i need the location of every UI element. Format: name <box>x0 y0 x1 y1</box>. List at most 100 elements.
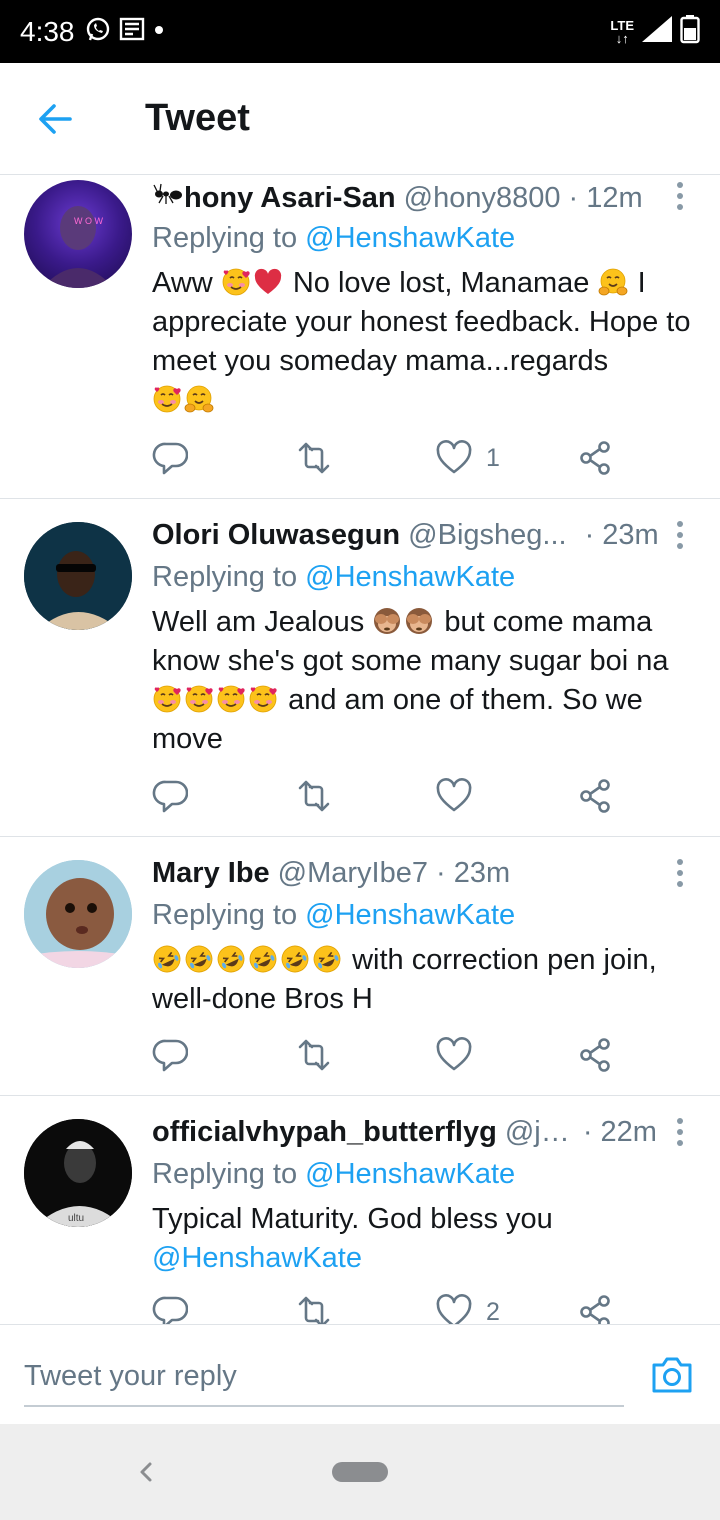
more-vertical-icon <box>668 1118 692 1154</box>
author-handle[interactable]: @MaryIbe7 <box>278 857 428 890</box>
tweet-item[interactable]: ultu officialvhypah_butterflyg @jh... · … <box>0 1096 720 1324</box>
author-name[interactable]: Mary Ibe <box>152 857 270 890</box>
tweet-time: · 23m <box>436 856 511 889</box>
retweet-button[interactable] <box>294 776 330 816</box>
author-name[interactable]: Olori Oluwasegun <box>152 519 400 552</box>
network-label: LTE <box>610 17 634 33</box>
tweet-actions <box>152 776 622 816</box>
camera-button[interactable] <box>650 1355 694 1395</box>
reply-input[interactable] <box>24 1347 624 1407</box>
share-icon <box>578 1037 614 1073</box>
rolling-on-floor-laughing-icon <box>248 944 278 974</box>
like-button[interactable]: 2 <box>436 1292 500 1324</box>
author-handle[interactable]: @jh... <box>505 1116 575 1149</box>
reply-button[interactable] <box>152 438 188 478</box>
tweet-mention[interactable]: @HenshawKate <box>152 1242 362 1274</box>
avatar[interactable] <box>24 860 132 968</box>
tweet-item[interactable]: Mary Ibe @MaryIbe7 · 23m Replying to @He… <box>0 837 720 1096</box>
avatar[interactable] <box>24 522 132 630</box>
reply-composer <box>0 1324 720 1424</box>
like-button[interactable]: 1 <box>436 438 500 478</box>
like-count: 1 <box>486 443 500 472</box>
share-button[interactable] <box>578 1035 614 1075</box>
tweet-actions <box>152 1035 622 1075</box>
share-icon <box>578 1294 614 1324</box>
replying-label: Replying to <box>152 1158 298 1190</box>
tweet-actions: 2 <box>152 1292 622 1324</box>
avatar[interactable]: ultu <box>24 1119 132 1227</box>
reply-icon <box>152 1037 188 1073</box>
replying-mention[interactable]: @HenshawKate <box>305 1158 515 1190</box>
avatar[interactable]: W O W <box>24 180 132 288</box>
hugging-face-icon <box>184 385 214 413</box>
page-title: Tweet <box>145 97 250 139</box>
retweet-icon <box>294 1294 330 1324</box>
reply-button[interactable] <box>152 1292 188 1324</box>
status-notifications <box>85 16 165 47</box>
reply-button[interactable] <box>152 776 188 816</box>
retweet-icon <box>294 778 330 814</box>
retweet-button[interactable] <box>294 1035 330 1075</box>
replying-mention[interactable]: @HenshawKate <box>305 222 515 254</box>
more-options-button[interactable] <box>668 178 692 214</box>
tweet-time: · 12m <box>568 181 643 214</box>
more-options-button[interactable] <box>668 855 692 891</box>
rolling-on-floor-laughing-icon <box>152 944 182 974</box>
share-button[interactable] <box>578 776 614 816</box>
share-button[interactable] <box>578 438 614 478</box>
tweet-item[interactable]: W O W hony Asari-San @hony8800 · 12m Rep… <box>0 176 720 499</box>
reply-feed[interactable]: W O W hony Asari-San @hony8800 · 12m Rep… <box>0 176 720 1324</box>
smiling-face-with-hearts-icon <box>153 385 182 413</box>
tweet-text: Typical Maturity. God bless you @Henshaw… <box>152 1200 692 1278</box>
more-options-button[interactable] <box>668 1114 692 1150</box>
see-no-evil-monkey-icon <box>374 608 401 634</box>
rolling-on-floor-laughing-icon <box>312 944 342 974</box>
replying-mention[interactable]: @HenshawKate <box>305 899 515 931</box>
system-nav-bar <box>0 1424 720 1520</box>
news-icon <box>119 16 145 47</box>
tweet-text: Aww No love lost, Manamae I appreciate y… <box>152 264 692 420</box>
retweet-icon <box>294 440 330 476</box>
smiling-face-with-hearts-icon <box>221 268 251 296</box>
svg-text:W O W: W O W <box>74 216 103 226</box>
status-bar: 4:38 LTE ↓↑ <box>0 0 720 63</box>
author-name[interactable]: officialvhypah_butterflyg <box>152 1116 497 1149</box>
smiling-face-with-hearts-icon <box>185 685 214 713</box>
share-icon <box>578 778 614 814</box>
back-button[interactable] <box>34 101 78 137</box>
tweet-text-part: No love lost, Manamae <box>292 267 590 299</box>
replying-to: Replying to @HenshawKate <box>152 899 515 932</box>
tweet-text: with correction pen join, well-done Bros… <box>152 941 692 1019</box>
tweet-text-part: Well am Jealous <box>152 606 365 638</box>
see-no-evil-monkey-icon <box>406 608 433 634</box>
svg-text:ultu: ultu <box>68 1213 84 1224</box>
like-button[interactable] <box>436 776 472 816</box>
like-icon <box>436 778 472 814</box>
status-time: 4:38 <box>20 15 75 47</box>
data-arrows-icon: ↓↑ <box>615 30 629 46</box>
author-handle[interactable]: @hony8800 <box>404 182 561 215</box>
app-header: Tweet <box>0 63 720 175</box>
signal-icon <box>640 14 674 49</box>
author-name[interactable]: hony Asari-San <box>184 182 396 215</box>
author-handle[interactable]: @Bigsheg... <box>408 519 566 552</box>
more-vertical-icon <box>668 182 692 218</box>
retweet-icon <box>294 1037 330 1073</box>
reply-icon <box>152 778 188 814</box>
more-vertical-icon <box>668 521 692 557</box>
share-icon <box>578 440 614 476</box>
home-pill-button[interactable] <box>332 1462 388 1482</box>
more-options-button[interactable] <box>668 517 692 553</box>
red-heart-icon <box>254 268 281 294</box>
notification-dot-icon <box>153 23 165 41</box>
tweet-header: officialvhypah_butterflyg @jh... · 22m <box>152 1112 700 1152</box>
replying-mention[interactable]: @HenshawKate <box>305 561 515 593</box>
reply-button[interactable] <box>152 1035 188 1075</box>
share-button[interactable] <box>578 1292 614 1324</box>
retweet-button[interactable] <box>294 1292 330 1324</box>
retweet-button[interactable] <box>294 438 330 478</box>
battery-icon <box>680 14 700 49</box>
system-back-button[interactable] <box>132 1452 158 1492</box>
tweet-item[interactable]: Olori Oluwasegun @Bigsheg... · 23m Reply… <box>0 499 720 837</box>
like-button[interactable] <box>436 1035 472 1075</box>
